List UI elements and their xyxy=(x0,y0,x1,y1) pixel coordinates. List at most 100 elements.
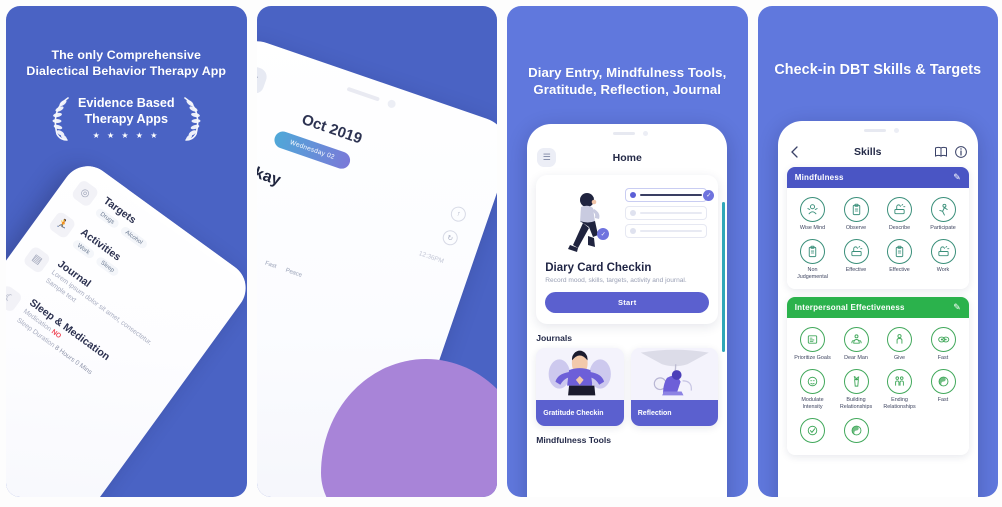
skill-item-effective-1[interactable]: Effective xyxy=(835,238,877,281)
award-line-2: Therapy Apps xyxy=(84,112,168,126)
skill-item-partial-2[interactable] xyxy=(835,417,877,446)
mood-label: Okay xyxy=(256,160,283,190)
award-text: Evidence Based Therapy Apps ★ ★ ★ ★ ★ xyxy=(78,96,175,139)
share-icon[interactable]: ↑ xyxy=(448,204,468,224)
skill-label: Effective xyxy=(845,266,867,273)
journals-heading: Journals xyxy=(536,333,573,343)
row-bar xyxy=(640,211,703,215)
menu-icon[interactable]: ☰ xyxy=(537,148,557,167)
people-icon xyxy=(843,327,869,353)
diary-card-checkin-card[interactable]: ✓ ✓ Diary Card Checkin Record mood, skil… xyxy=(536,175,719,324)
book-icon[interactable] xyxy=(934,145,948,159)
journal-card-gratitude[interactable]: Gratitude Checkin xyxy=(536,348,624,426)
award-badge: Evidence Based Therapy Apps ★ ★ ★ ★ ★ xyxy=(6,94,247,142)
skills-grid: Wise Mind Observe Describe Participate N… xyxy=(787,188,969,289)
store-screenshot-panel-2[interactable]: ☰ Oct 2019 Wednesday 02 Okay AM 12:36PM … xyxy=(256,6,497,497)
refresh-icon[interactable]: ↻ xyxy=(440,228,460,248)
skill-item-work[interactable]: Work xyxy=(922,238,964,281)
panel-4-phone-mockup[interactable]: Skills Mindfulness ✎ Wise Mind Observe D… xyxy=(777,121,978,497)
skill-item-building-relationships[interactable]: Building Relationships xyxy=(835,369,877,411)
journal-card-reflection[interactable]: Reflection xyxy=(630,348,719,426)
row-dot xyxy=(630,210,637,216)
panel-3-headline: Diary Entry, Mindfulness Tools, Gratitud… xyxy=(528,65,727,98)
board-icon xyxy=(800,327,825,353)
store-screenshot-panel-3[interactable]: Diary Entry, Mindfulness Tools, Gratitud… xyxy=(507,6,748,497)
walking-person-illustration xyxy=(568,193,600,252)
skill-item-observe[interactable]: Observe xyxy=(835,197,877,232)
award-line-1: Evidence Based xyxy=(77,96,175,111)
skill-label: Fast xyxy=(937,397,949,403)
app-bar: Skills xyxy=(778,141,978,167)
diary-illustration: ✓ ✓ xyxy=(545,184,715,258)
checklist-row xyxy=(625,224,708,238)
gratitude-illustration xyxy=(536,348,624,400)
skill-item-describe[interactable]: Describe xyxy=(879,197,921,232)
checklist-row xyxy=(625,206,708,220)
skill-label: Participate xyxy=(930,225,956,231)
skill-item-prioritize-goals[interactable]: Prioritize Goals xyxy=(792,327,834,362)
skill-item-wise-mind[interactable]: Wise Mind xyxy=(792,197,834,232)
entry-actions: ↑ ↻ xyxy=(440,204,468,248)
laurel-left-icon xyxy=(52,97,69,141)
two-people-icon xyxy=(887,369,912,394)
describe-icon xyxy=(887,197,912,222)
pencil-icon[interactable]: ✎ xyxy=(953,302,961,313)
front-camera xyxy=(386,98,397,109)
panel-4-headline: Check-in DBT Skills & Targets xyxy=(774,62,982,78)
plant-icon xyxy=(843,369,869,394)
skill-item-dear-man[interactable]: Dear Man xyxy=(835,327,877,362)
skill-label: Dear Man xyxy=(844,355,868,362)
describe-icon xyxy=(843,238,869,264)
yinyang-icon xyxy=(843,417,869,443)
skill-label: Fast xyxy=(937,355,949,362)
laurel-right-icon xyxy=(183,97,201,141)
reflection-illustration xyxy=(630,348,719,400)
skill-label: Wise Mind xyxy=(799,225,826,231)
phone-notch xyxy=(778,121,978,141)
skill-item-non-judgemental[interactable]: Non Judgemental xyxy=(792,238,834,281)
page-title: Home xyxy=(612,151,642,164)
skills-grid: Prioritize Goals Dear Man Give Fast Modu… xyxy=(787,318,969,454)
sleep-icon: ☾ xyxy=(6,283,24,314)
skill-item-partial-1[interactable] xyxy=(792,417,834,446)
section-title: Mindfulness xyxy=(794,173,844,182)
skill-item-participate[interactable]: Participate xyxy=(922,197,964,232)
back-arrow-icon[interactable] xyxy=(788,145,802,159)
menu-icon[interactable]: ☰ xyxy=(256,62,269,96)
panel-1-phone-mockup[interactable]: ◎ Targets Drugs Alcohol 🏃 Activities Wor… xyxy=(6,156,247,497)
activity-icon: 🏃 xyxy=(47,209,78,240)
panel-3-phone-mockup[interactable]: ☰ Home ✓ ✓ Diary Card Checkin Record moo… xyxy=(527,124,728,497)
person-icon xyxy=(887,327,912,353)
skill-item-fast-2[interactable]: Fast xyxy=(922,369,964,411)
speaker-grill xyxy=(613,132,636,135)
skill-label: Give xyxy=(893,355,906,362)
start-button[interactable]: Start xyxy=(545,292,710,313)
info-icon[interactable] xyxy=(954,145,968,159)
section-header: Mindfulness ✎ xyxy=(786,167,969,188)
row-dot xyxy=(630,228,637,234)
skill-item-effective-2[interactable]: Effective xyxy=(879,238,921,281)
yinyang-icon xyxy=(930,369,956,394)
skill-label: Ending Relationships xyxy=(883,397,916,410)
skill-item-fast-1[interactable]: Fast xyxy=(922,327,964,362)
skills-section-interpersonal: Interpersonal Effectiveness ✎ Prioritize… xyxy=(786,297,969,455)
urge-indicator[interactable] xyxy=(256,199,259,222)
entry-time: 12:36PM xyxy=(417,250,445,266)
skill-item-give[interactable]: Give xyxy=(879,327,921,362)
page-title: Skills xyxy=(854,146,882,158)
store-screenshot-panel-1[interactable]: The only Comprehensive Dialectical Behav… xyxy=(6,6,247,497)
skill-chip[interactable]: Peace xyxy=(284,268,302,279)
skill-chip[interactable]: Fast xyxy=(264,261,277,270)
skill-label: Non Judgemental xyxy=(797,266,828,280)
skills-section-mindfulness: Mindfulness ✎ Wise Mind Observe Describe… xyxy=(786,167,969,290)
award-stars: ★ ★ ★ ★ ★ xyxy=(92,130,160,140)
describe-icon xyxy=(930,238,956,264)
scrollbar[interactable] xyxy=(722,202,726,352)
mindfulness-tools-heading: Mindfulness Tools xyxy=(536,435,612,445)
pencil-icon[interactable]: ✎ xyxy=(953,172,961,183)
store-screenshot-panel-4[interactable]: Check-in DBT Skills & Targets Skills Min… xyxy=(757,6,998,497)
skill-item-modulate-intensity[interactable]: Modulate Intensity xyxy=(792,369,834,411)
speaker-grill xyxy=(345,86,380,102)
skill-item-ending-relationships[interactable]: Ending Relationships xyxy=(879,369,921,411)
skill-chip-list: Party Shopping Participate Fast Peace xyxy=(257,229,372,303)
